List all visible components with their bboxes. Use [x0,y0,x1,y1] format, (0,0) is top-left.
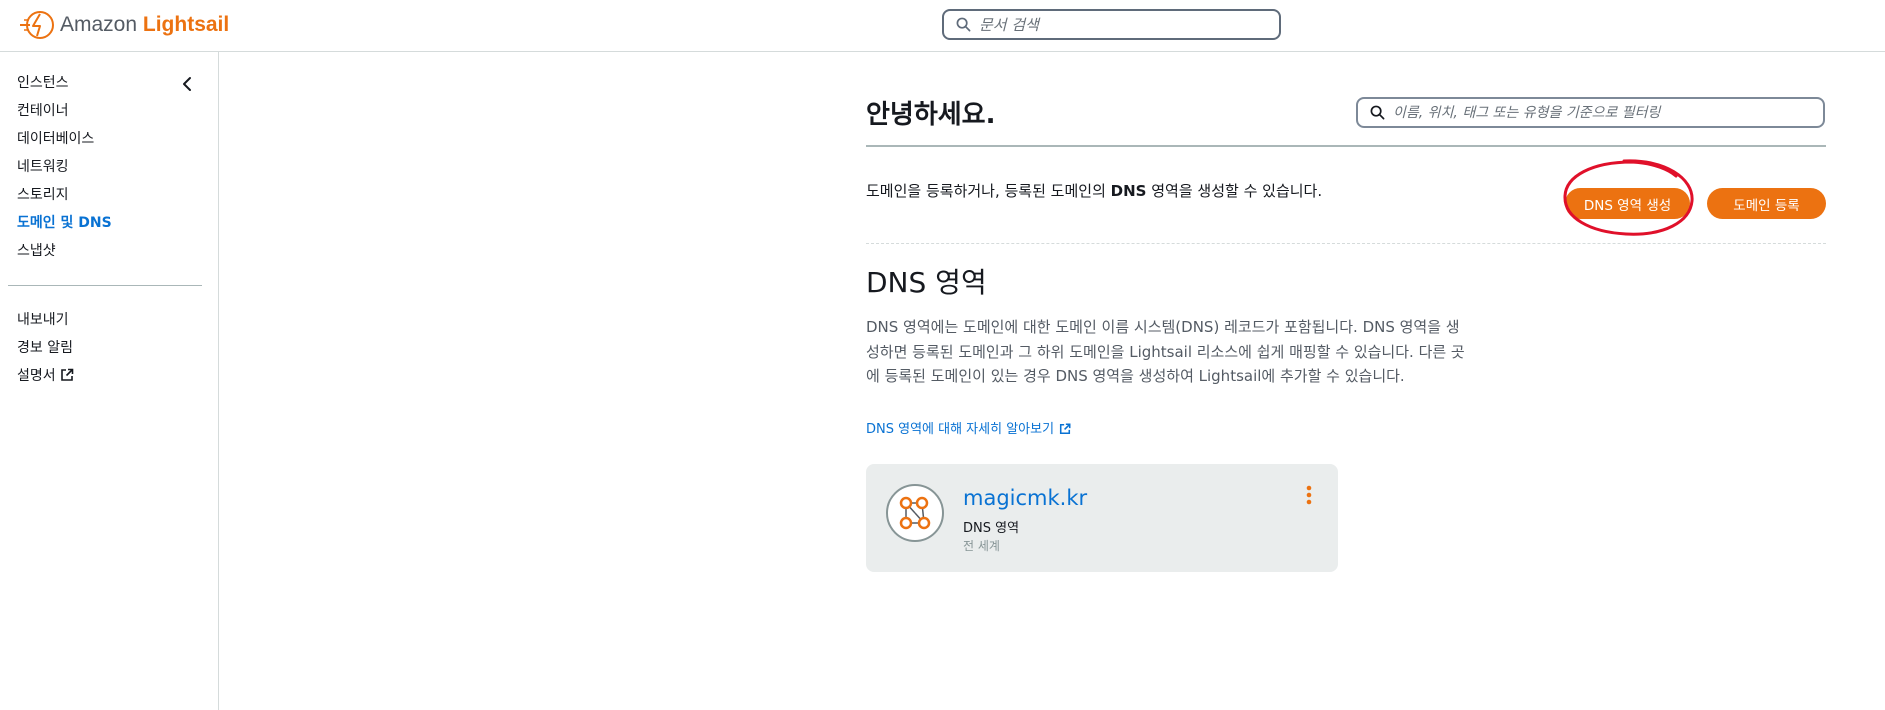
sidebar-item-databases[interactable]: 데이터베이스 [17,128,112,156]
header-divider [866,145,1826,147]
top-navigation-bar: Amazon Lightsail [0,0,1885,52]
sidebar-item-snapshots[interactable]: 스냅샷 [17,240,112,268]
sidebar-item-containers[interactable]: 컨테이너 [17,100,112,128]
intro-text-part2: 영역을 생성할 수 있습니다. [1146,182,1323,200]
collapse-sidebar-icon[interactable] [178,74,198,94]
external-link-icon [60,368,73,381]
dns-zone-region: 전 세계 [963,539,1000,553]
docs-search-input[interactable] [979,15,1259,34]
search-icon [1370,105,1385,120]
create-dns-zone-button[interactable]: DNS 영역 생성 [1565,188,1690,219]
resource-filter-box[interactable] [1356,97,1825,128]
search-icon [956,17,971,32]
brand-name-highlight: Lightsail [142,13,230,36]
sidebar-item-documentation[interactable]: 설명서 [17,365,74,393]
register-domain-button[interactable]: 도메인 등록 [1707,188,1826,219]
dns-zone-type: DNS 영역 [963,521,1020,536]
sidebar-item-alarms[interactable]: 경보 알림 [17,337,74,365]
learn-more-label: DNS 영역에 대해 자세히 알아보기 [866,422,1055,437]
sidebar-secondary-nav: 내보내기 경보 알림 설명서 [17,309,74,393]
brand-name: Amazon Lightsail [60,13,229,37]
resource-filter-input[interactable] [1393,104,1813,121]
sidebar-item-storage[interactable]: 스토리지 [17,184,112,212]
dns-zones-description: DNS 영역에는 도메인에 대한 도메인 이름 시스템(DNS) 레코드가 포함… [866,318,1465,385]
learn-more-link[interactable]: DNS 영역에 대해 자세히 알아보기 [866,418,1071,437]
intro-text-part1: 도메인을 등록하거나, 등록된 도메인의 [866,182,1111,200]
brand-prefix: Amazon [60,13,138,36]
sidebar-item-instances[interactable]: 인스턴스 [17,72,112,100]
sidebar-divider [8,285,202,286]
docs-search-box[interactable] [942,9,1281,40]
more-actions-icon[interactable] [1302,484,1316,506]
lightsail-logo[interactable]: Amazon Lightsail [18,8,229,42]
documentation-label: 설명서 [17,368,56,384]
intro-text: 도메인을 등록하거나, 등록된 도메인의 DNS 영역을 생성할 수 있습니다. [866,179,1356,203]
sidebar-item-domains-dns[interactable]: 도메인 및 DNS [17,212,112,240]
dns-zone-name-link[interactable]: magicmk.kr [963,486,1087,510]
dns-zone-card[interactable]: magicmk.kr DNS 영역 전 세계 [866,464,1338,572]
sidebar-item-networking[interactable]: 네트워킹 [17,156,112,184]
sidebar: 인스턴스 컨테이너 데이터베이스 네트워킹 스토리지 도메인 및 DNS 스냅샷… [0,52,219,710]
dns-zone-icon [886,484,944,542]
external-link-icon [1059,423,1071,435]
sidebar-primary-nav: 인스턴스 컨테이너 데이터베이스 네트워킹 스토리지 도메인 및 DNS 스냅샷 [17,72,112,268]
section-divider [866,243,1826,244]
page-title: 안녕하세요. [866,100,996,130]
intro-text-bold: DNS [1110,182,1147,200]
sidebar-item-export[interactable]: 내보내기 [17,309,74,337]
dns-zones-heading: DNS 영역 [866,266,987,299]
lightsail-logo-icon [20,11,54,39]
